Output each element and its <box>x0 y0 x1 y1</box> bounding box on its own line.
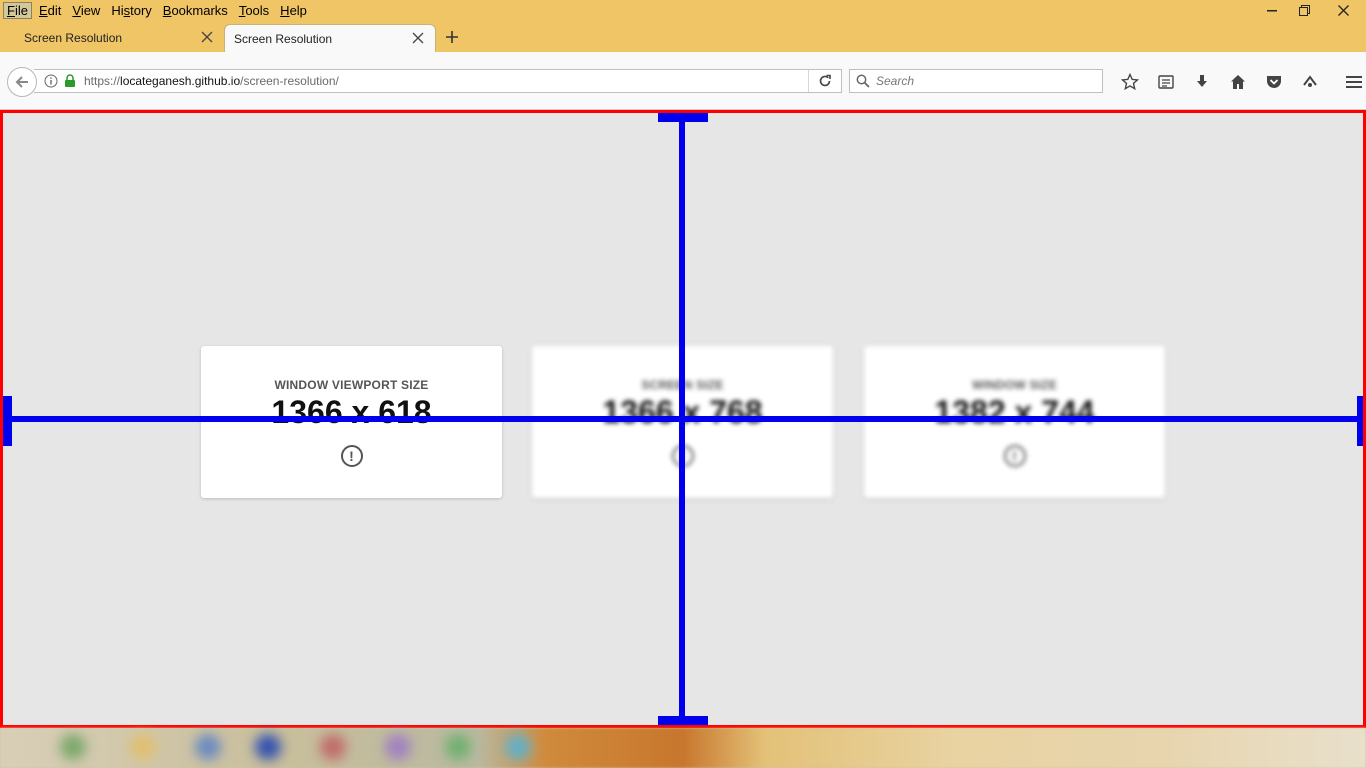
info-icon[interactable]: ! <box>1003 445 1026 467</box>
reload-button[interactable] <box>808 70 841 92</box>
home-button[interactable] <box>1220 71 1256 93</box>
close-icon[interactable] <box>411 31 425 45</box>
navigation-bar: https://locateganesh.github.io/screen-re… <box>0 52 1366 110</box>
menu-bookmarks[interactable]: Bookmarks <box>159 2 232 19</box>
minimize-icon <box>1267 10 1277 12</box>
card-value: 1366 x 618 <box>271 394 432 430</box>
taskbar-app-icon[interactable] <box>505 734 531 760</box>
star-icon <box>1121 73 1139 91</box>
card-value: 1382 x 744 <box>934 394 1095 430</box>
taskbar-app-icon[interactable] <box>445 734 471 760</box>
taskbar-app-icon[interactable] <box>60 734 86 760</box>
search-icon <box>856 74 870 88</box>
taskbar-app-icon[interactable] <box>255 734 281 760</box>
menu-view[interactable]: View <box>68 2 104 19</box>
lock-icon[interactable] <box>64 74 76 88</box>
close-icon <box>1337 4 1349 16</box>
menu-help[interactable]: Help <box>276 2 311 19</box>
url-path: /screen-resolution/ <box>240 74 339 88</box>
restore-icon <box>1298 4 1310 16</box>
url-text: https://locateganesh.github.io/screen-re… <box>84 74 339 88</box>
search-placeholder: Search <box>876 74 915 88</box>
back-button[interactable] <box>7 67 37 97</box>
tab-screen-resolution-2[interactable]: Screen Resolution <box>224 24 436 52</box>
tab-title: Screen Resolution <box>24 31 123 45</box>
card-window-viewport-size: WINDOW VIEWPORT SIZE 1366 x 618 ! <box>201 346 502 498</box>
tab-title: Screen Resolution <box>234 31 333 46</box>
menu-button[interactable] <box>1336 71 1366 93</box>
tab-strip: Screen Resolution Screen Resolution <box>0 24 1366 52</box>
vertical-measure-line <box>679 113 685 725</box>
reload-icon <box>819 74 831 87</box>
toolbar-icons <box>1112 71 1366 93</box>
extension-icon <box>1303 75 1317 87</box>
measure-cap-right <box>1357 396 1363 446</box>
tab-screen-resolution-1[interactable]: Screen Resolution <box>0 24 224 52</box>
downloads-button[interactable] <box>1184 71 1220 93</box>
card-label: WINDOW VIEWPORT SIZE <box>274 378 429 392</box>
measure-cap-top <box>658 113 708 122</box>
url-scheme: https:// <box>84 74 121 88</box>
bookmark-star-button[interactable] <box>1112 71 1148 93</box>
home-icon <box>1231 75 1245 89</box>
card-label: WINDOW SIZE <box>972 378 1057 392</box>
measure-cap-left <box>3 396 12 446</box>
reading-list-button[interactable] <box>1148 71 1184 93</box>
hamburger-menu-icon <box>1346 76 1362 88</box>
taskbar-app-icon[interactable] <box>385 734 411 760</box>
browser-titlebar: File Edit View History Bookmarks Tools H… <box>0 0 1366 52</box>
pocket-icon <box>1267 76 1281 88</box>
measure-line-overlay <box>201 416 502 422</box>
window-controls <box>1256 0 1366 20</box>
extension-button[interactable] <box>1292 71 1328 93</box>
close-window-button[interactable] <box>1320 0 1366 20</box>
url-host: locateganesh.github.io <box>120 74 241 88</box>
menu-tools[interactable]: Tools <box>235 2 273 19</box>
measure-cap-bottom <box>658 716 708 725</box>
menu-history[interactable]: History <box>107 2 155 19</box>
info-icon[interactable]: ! <box>340 445 363 467</box>
url-bar[interactable]: https://locateganesh.github.io/screen-re… <box>34 69 842 93</box>
taskbar <box>0 728 1366 768</box>
menu-edit[interactable]: Edit <box>35 2 65 19</box>
minimize-button[interactable] <box>1256 0 1288 20</box>
taskbar-app-icon[interactable] <box>320 734 346 760</box>
close-icon[interactable] <box>200 30 214 44</box>
taskbar-app-icon[interactable] <box>195 734 221 760</box>
reading-list-icon <box>1158 75 1174 89</box>
plus-icon <box>446 31 458 43</box>
menu-bar: File Edit View History Bookmarks Tools H… <box>0 0 311 20</box>
new-tab-button[interactable] <box>445 28 459 48</box>
back-arrow-icon <box>15 76 28 88</box>
download-icon <box>1197 75 1207 87</box>
card-window-size: WINDOW SIZE 1382 x 744 ! <box>864 346 1165 498</box>
info-icon[interactable] <box>44 74 58 88</box>
page-viewport: WINDOW VIEWPORT SIZE 1366 x 618 ! SCREEN… <box>0 110 1366 728</box>
taskbar-app-icon[interactable] <box>130 734 156 760</box>
menu-file[interactable]: File <box>3 1 32 19</box>
search-input[interactable]: Search <box>849 69 1103 93</box>
restore-button[interactable] <box>1288 0 1320 20</box>
pocket-button[interactable] <box>1256 71 1292 93</box>
